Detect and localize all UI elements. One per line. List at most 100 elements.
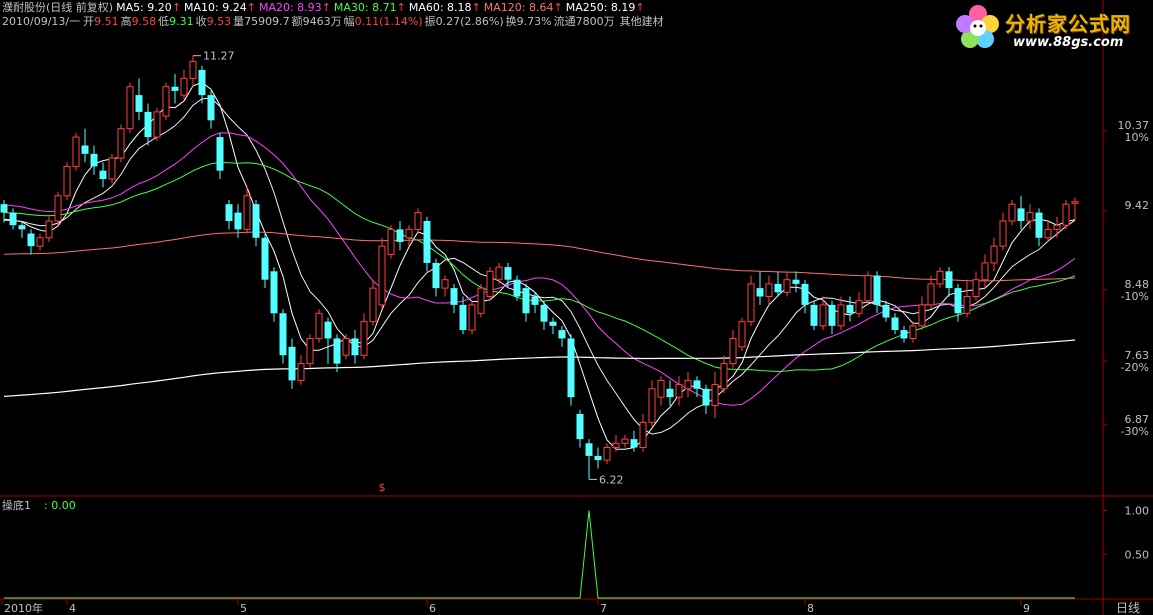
candle-body xyxy=(270,271,278,314)
candle-body xyxy=(639,421,647,449)
candle-body xyxy=(351,338,359,356)
candle xyxy=(603,443,611,465)
candle xyxy=(324,317,332,364)
candle xyxy=(729,330,737,368)
candle-body xyxy=(126,86,134,130)
candle xyxy=(936,267,944,289)
candle xyxy=(90,145,98,175)
candle-body xyxy=(549,321,557,326)
candle xyxy=(693,376,701,398)
candle xyxy=(558,325,566,347)
candle-body xyxy=(216,137,224,171)
candle xyxy=(1071,197,1079,221)
candle xyxy=(882,300,890,322)
candle-body xyxy=(1044,228,1052,239)
candle xyxy=(342,334,350,360)
candle xyxy=(360,313,368,360)
event-marker-icon: $ xyxy=(379,481,386,494)
candle-body xyxy=(522,288,530,314)
candle-body xyxy=(423,220,431,263)
candle-body xyxy=(693,380,701,389)
logo-url[interactable]: www.88gs.com xyxy=(1013,35,1123,50)
stock-chart[interactable]: 11.276.22$ 操底1: 0.00 1.000.50 10.379.428.… xyxy=(0,0,1153,615)
sector-label[interactable]: 其他建材 xyxy=(620,15,664,28)
candle xyxy=(522,283,530,322)
candle-body xyxy=(558,330,566,339)
candle-body xyxy=(963,295,971,314)
candle-body xyxy=(9,212,17,226)
candle xyxy=(630,430,638,452)
candle-body xyxy=(684,379,692,390)
candle-body xyxy=(918,304,926,327)
candle xyxy=(576,409,584,448)
candle-body xyxy=(117,128,125,159)
candle-body xyxy=(333,338,341,364)
candle xyxy=(180,69,188,100)
candle xyxy=(774,271,782,297)
quote-3: 收9.53 xyxy=(195,15,232,28)
candle xyxy=(279,309,287,364)
quote-4: 量75909.7 xyxy=(233,15,290,28)
candle-body xyxy=(495,266,503,281)
candle-body xyxy=(900,330,908,339)
annotation-label: 6.22 xyxy=(599,473,624,486)
ma20-line xyxy=(3,132,1076,406)
annotation-label: 11.27 xyxy=(203,50,235,63)
candle-body xyxy=(711,384,719,407)
candle xyxy=(981,254,989,289)
candle-body xyxy=(171,86,179,91)
candle xyxy=(153,107,161,142)
y-tick-label: 9.42 xyxy=(1125,199,1150,212)
candle xyxy=(792,271,800,293)
x-tick-label: 2010年 xyxy=(4,601,43,615)
candle-body xyxy=(153,111,161,138)
candle xyxy=(864,271,872,305)
candle-body xyxy=(810,304,818,326)
candle xyxy=(1017,195,1025,230)
candle xyxy=(486,267,494,301)
candle xyxy=(711,372,719,419)
candle xyxy=(594,447,602,469)
candle xyxy=(126,82,134,133)
x-tick-label: 6 xyxy=(429,602,436,615)
candle-body xyxy=(765,283,773,297)
site-logo: 分析家公式网 www.88gs.com xyxy=(953,2,1151,52)
date-label: 2010/09/13/一 xyxy=(2,15,81,28)
stock-title[interactable]: 濮耐股份(日线 前复权) xyxy=(2,1,113,14)
candle-body xyxy=(1035,212,1043,238)
candle-body xyxy=(540,304,548,322)
candle-body xyxy=(225,204,233,221)
candle xyxy=(810,300,818,331)
candle xyxy=(198,65,206,104)
candle xyxy=(252,200,260,247)
candle xyxy=(117,124,125,163)
candle xyxy=(396,220,404,251)
candle-body xyxy=(612,442,620,449)
up-arrow-icon: ↑ xyxy=(246,1,256,14)
ma250-line xyxy=(3,339,1076,397)
candle xyxy=(459,296,467,335)
candle-body xyxy=(819,304,827,327)
candle xyxy=(441,275,449,297)
ma-header: 濮耐股份(日线 前复权) MA5: 9.20↑ MA10: 9.24↑ MA20: 8… xyxy=(2,1,651,15)
candle-body xyxy=(954,288,962,314)
candle xyxy=(306,334,314,368)
candle-body xyxy=(504,267,512,280)
up-arrow-icon: ↑ xyxy=(553,1,563,14)
candle xyxy=(468,300,476,335)
x-tick-label: 9 xyxy=(1023,602,1030,615)
candle-body xyxy=(855,300,863,314)
ma-label-3: MA30: 8.71↑ xyxy=(333,1,406,14)
candle-body xyxy=(261,237,269,280)
quote-7: 振0.27(2.86%) xyxy=(424,15,504,28)
quote-1: 高9.58 xyxy=(120,15,157,28)
candle xyxy=(45,216,53,242)
candle xyxy=(837,296,845,331)
candle-body xyxy=(909,325,917,339)
indicator-panel[interactable]: 操底1: 0.00 1.00 0.50 xyxy=(2,498,1149,599)
candle-body xyxy=(1008,203,1016,222)
candle-body xyxy=(252,204,260,238)
candle xyxy=(1008,200,1016,226)
ma-label-4: MA60: 8.18↑ xyxy=(408,1,481,14)
logo-title: 分析家公式网 xyxy=(1005,12,1131,36)
